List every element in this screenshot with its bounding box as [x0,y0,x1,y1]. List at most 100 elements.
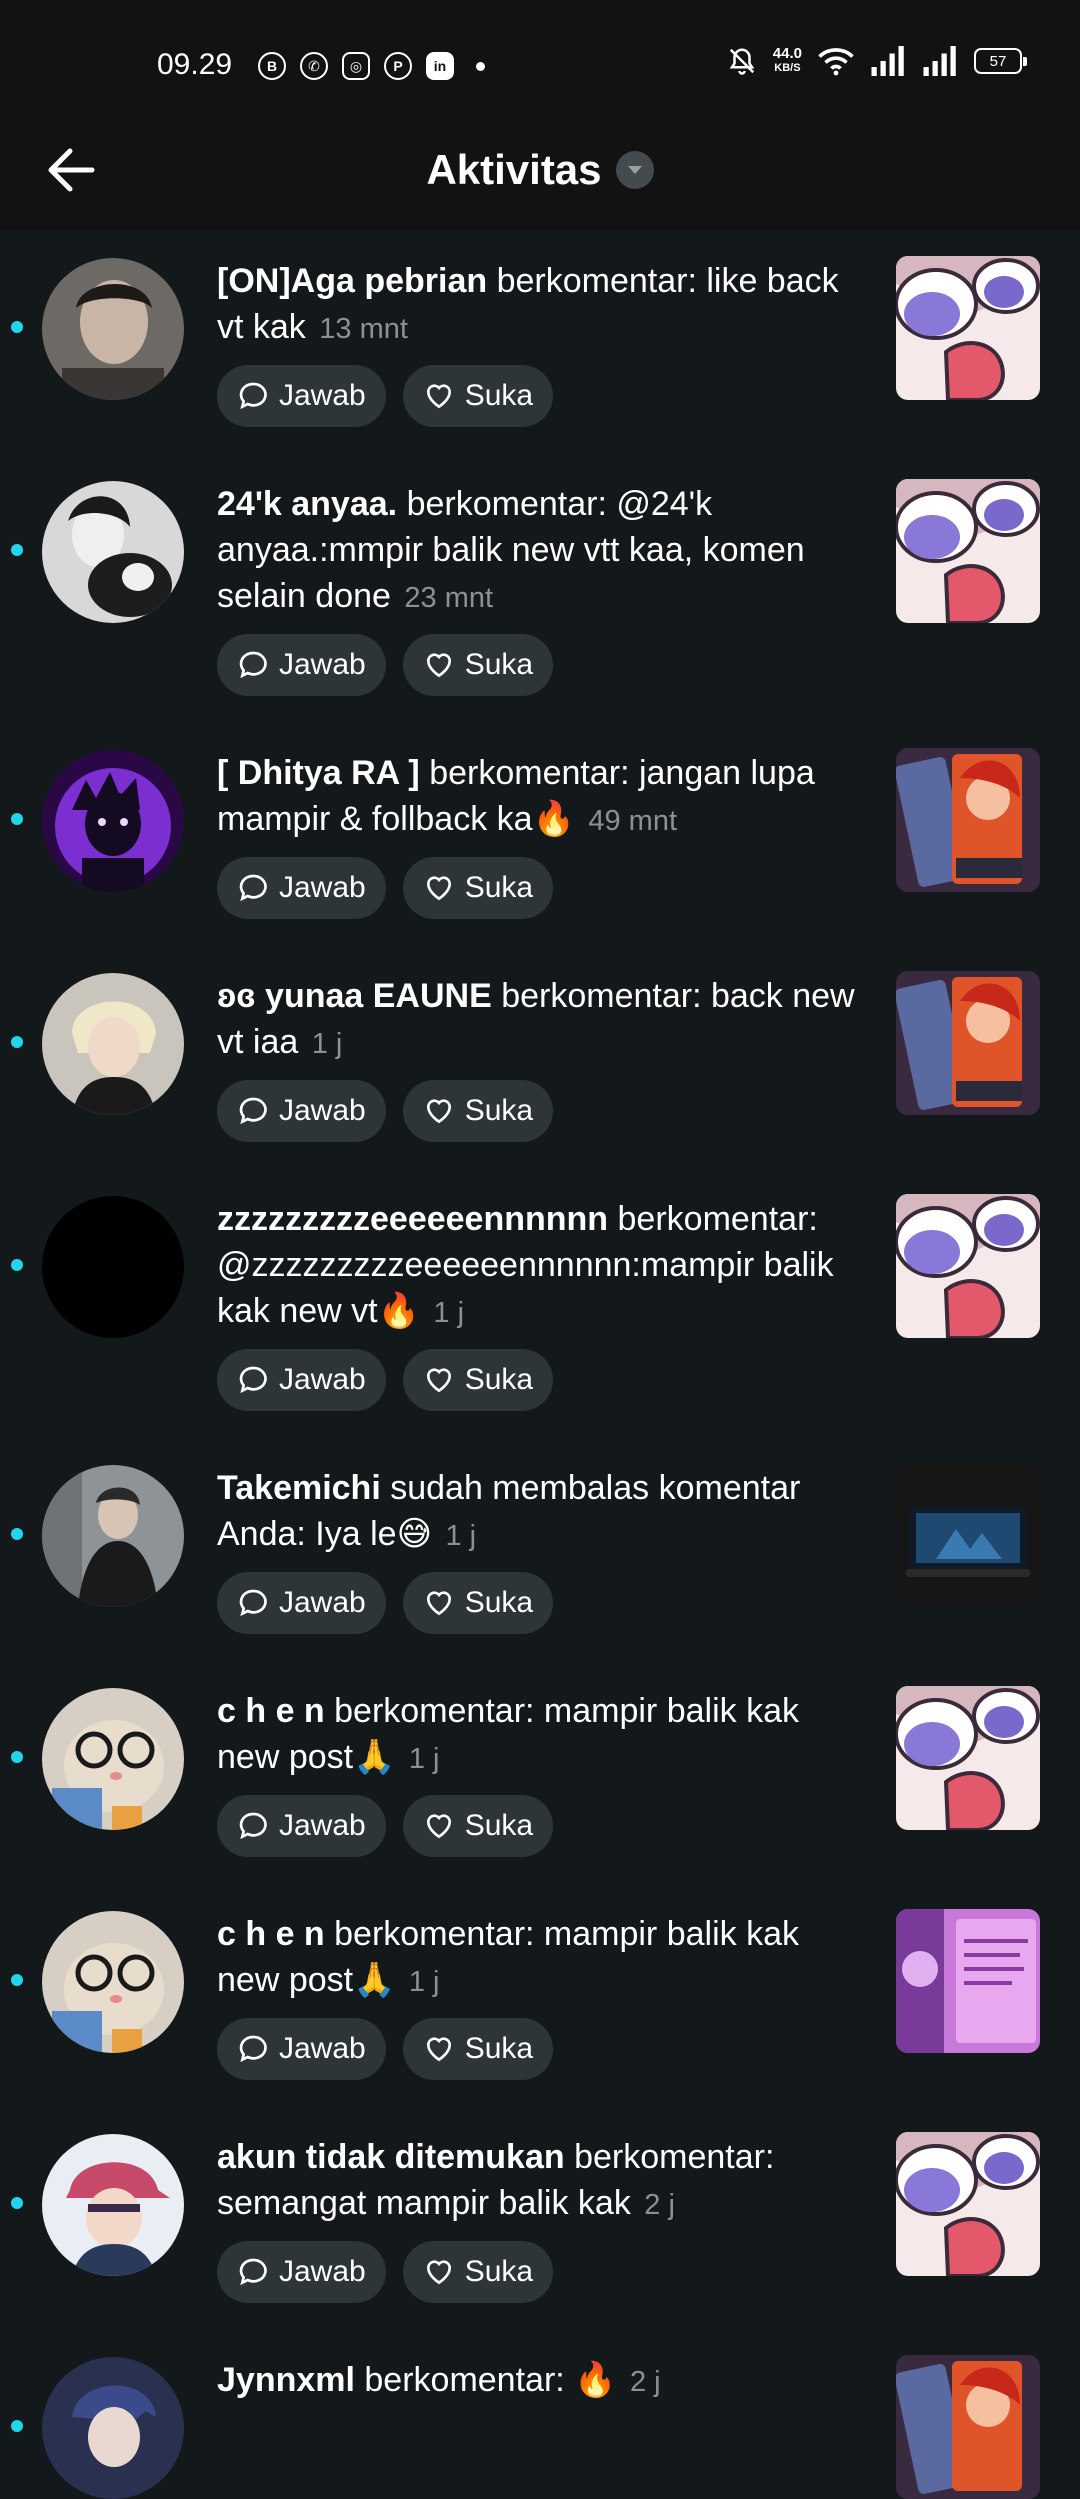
heart-icon [426,384,451,409]
like-label: Suka [464,871,534,904]
post-thumbnail[interactable] [896,971,1040,1115]
like-label: Suka [464,648,534,681]
comment-icon [239,382,267,410]
like-button[interactable]: Suka [402,1572,554,1634]
like-label: Suka [464,1094,534,1127]
post-thumbnail[interactable] [896,1194,1040,1338]
item-actions: Jawab Suka [217,857,554,919]
heart-icon [426,1368,451,1393]
username[interactable]: 24'k anyaa. [217,485,397,523]
item-actions: Jawab Suka [217,1795,554,1857]
message: berkomentar: 🔥 [354,2361,617,2399]
post-thumbnail[interactable] [896,2355,1040,2499]
post-thumbnail[interactable] [896,256,1040,400]
comment-icon [239,651,267,679]
like-button[interactable]: Suka [402,2018,554,2080]
timestamp: 1 j [408,1966,440,1998]
reply-label: Jawab [279,1094,366,1127]
reply-button[interactable]: Jawab [217,2241,386,2303]
reply-button[interactable]: Jawab [217,1795,386,1857]
item-actions: Jawab Suka [217,1080,554,1142]
avatar[interactable] [42,1911,184,2053]
b-icon: B [258,52,286,80]
heart-icon [426,653,451,678]
avatar[interactable] [42,1688,184,1830]
avatar[interactable] [42,973,184,1115]
reply-label: Jawab [279,2032,366,2065]
like-button[interactable]: Suka [402,1080,554,1142]
activity-text: [ Dhitya RA ] berkomentar: jangan lupa m… [217,750,867,844]
timestamp: 2 j [644,2189,675,2221]
like-button[interactable]: Suka [402,634,554,696]
avatar[interactable] [42,750,184,892]
activity-filter-dropdown[interactable]: Aktivitas [0,146,1080,194]
unread-indicator [11,2197,23,2209]
item-actions: Jawab Suka [217,634,554,696]
avatar[interactable] [42,2357,184,2499]
comment-icon [239,1589,267,1617]
reply-label: Jawab [279,1363,366,1396]
avatar[interactable] [42,481,184,623]
item-actions: Jawab Suka [217,1572,554,1634]
timestamp: 1 j [408,1743,440,1775]
username[interactable]: c h e n [217,1915,325,1953]
activity-text: akun tidak ditemukan berkomentar: semang… [217,2134,867,2228]
like-label: Suka [464,2032,534,2065]
post-thumbnail[interactable] [896,479,1040,623]
post-thumbnail[interactable] [896,1909,1040,2053]
reply-label: Jawab [279,871,366,904]
avatar[interactable] [42,258,184,400]
post-thumbnail[interactable] [896,1686,1040,1830]
activity-text: ʚɞ yunaa EAUNE berkomentar: back new vt … [217,973,867,1067]
reply-button[interactable]: Jawab [217,2018,386,2080]
like-button[interactable]: Suka [402,2241,554,2303]
unread-indicator [11,321,23,333]
username[interactable]: [ Dhitya RA ] [217,754,420,792]
battery-icon: 57 [974,48,1027,74]
item-actions: Jawab Suka [217,1349,554,1411]
linkedin-icon: in [426,52,454,80]
activity-text: Jynnxml berkomentar: 🔥 2 j [217,2357,867,2405]
post-thumbnail[interactable] [896,2132,1040,2276]
post-thumbnail[interactable] [896,1463,1040,1607]
reply-button[interactable]: Jawab [217,634,386,696]
avatar[interactable] [42,2134,184,2276]
instagram-icon: ◎ [342,52,370,80]
activity-text: 24'k anyaa. berkomentar: @24'k anyaa.:mm… [217,481,867,621]
like-button[interactable]: Suka [402,857,554,919]
reply-button[interactable]: Jawab [217,365,386,427]
mute-icon [729,48,755,75]
username[interactable]: akun tidak ditemukan [217,2138,565,2176]
item-actions: Jawab Suka [217,2018,554,2080]
unread-indicator [11,2420,23,2432]
username[interactable]: c h e n [217,1692,325,1730]
timestamp: 1 j [445,1520,477,1552]
reply-button[interactable]: Jawab [217,1349,386,1411]
status-time: 09.29 [157,48,233,81]
like-button[interactable]: Suka [402,1349,554,1411]
username[interactable]: zzzzzzzzzeeeeeennnnnn [217,1200,608,1238]
avatar[interactable] [42,1196,184,1338]
username[interactable]: ʚɞ yunaa EAUNE [217,977,492,1015]
username[interactable]: Jynnxml [217,2361,355,2399]
comment-icon [239,1097,267,1125]
like-button[interactable]: Suka [402,1795,554,1857]
username[interactable]: Takemichi [217,1469,381,1507]
comment-icon [239,1812,267,1840]
notification-icons: B ✆ ◎ P in [258,52,485,80]
unread-indicator [11,1528,23,1540]
timestamp: 1 j [311,1028,343,1060]
heart-icon [426,2037,451,2062]
chevron-down-icon [615,151,654,189]
post-thumbnail[interactable] [896,748,1040,892]
like-button[interactable]: Suka [402,365,554,427]
reply-button[interactable]: Jawab [217,857,386,919]
pinterest-icon: P [384,52,412,80]
reply-button[interactable]: Jawab [217,1080,386,1142]
activity-text: c h e n berkomentar: mampir balik kak ne… [217,1911,867,2005]
reply-label: Jawab [279,1809,366,1842]
username[interactable]: [ON]Aga pebrian [217,262,487,300]
avatar[interactable] [42,1465,184,1607]
page-title: Aktivitas [426,146,602,193]
reply-button[interactable]: Jawab [217,1572,386,1634]
